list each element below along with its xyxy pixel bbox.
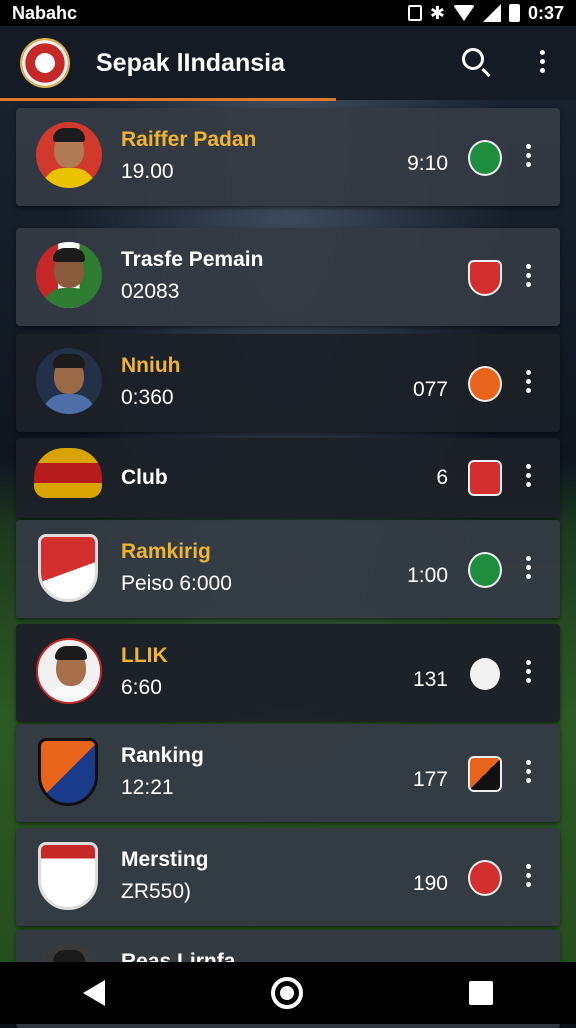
home-icon[interactable] [271, 977, 303, 1009]
list-item[interactable]: Raiffer Padan 19.00 9:10 [16, 108, 560, 206]
item-subtitle: ZR550) [121, 880, 192, 903]
system-navigation-bar [0, 962, 576, 1024]
club-badge-icon [468, 756, 502, 792]
back-icon[interactable] [83, 980, 105, 1006]
item-title: LLIK [121, 644, 168, 667]
player-avatar [36, 348, 102, 414]
item-value: 177 [412, 768, 448, 791]
item-value: 6 [436, 466, 448, 489]
item-menu-icon[interactable] [526, 660, 531, 683]
list-item[interactable]: Trasfe Pemain 02083 [16, 228, 560, 326]
list-item[interactable]: Ranking 12:21 177 [16, 724, 560, 822]
club-badge-icon [468, 260, 502, 296]
signal-icon [482, 4, 501, 22]
club-crest-icon [38, 842, 98, 910]
vibrate-icon [407, 5, 422, 21]
app-logo [20, 38, 70, 88]
loading-progress-bar [0, 98, 336, 101]
item-subtitle: 19.00 [121, 160, 174, 183]
item-title: Mersting [121, 848, 209, 871]
club-badge-icon [468, 140, 502, 176]
item-value: 131 [412, 668, 448, 691]
club-crest-icon [38, 738, 98, 806]
item-value: 9:10 [407, 152, 448, 175]
item-title: Ranking [121, 744, 204, 767]
club-crest-icon [38, 534, 98, 602]
item-subtitle: 02083 [121, 280, 180, 303]
item-subtitle: Peiso 6:000 [121, 572, 232, 595]
bluetooth-icon: ✱ [429, 2, 445, 23]
club-badge-icon [468, 366, 502, 402]
club-badge-icon [468, 460, 502, 496]
item-title: Club [121, 466, 168, 489]
player-avatar [36, 242, 102, 308]
overflow-menu-icon[interactable] [540, 50, 545, 73]
club-badge-icon [468, 552, 502, 588]
list-item[interactable]: Nniuh 0:360 077 [16, 334, 560, 432]
status-left-text: Nabahc [12, 2, 78, 23]
item-menu-icon[interactable] [526, 264, 531, 287]
page-title: Sepak lIndansia [96, 48, 285, 77]
item-menu-icon[interactable] [526, 864, 531, 887]
item-title: Trasfe Pemain [121, 248, 264, 271]
item-menu-icon[interactable] [526, 556, 531, 579]
app-bar: Sepak lIndansia [0, 26, 576, 100]
item-subtitle: 12:21 [121, 776, 174, 799]
item-value: 1:00 [407, 564, 448, 587]
item-subtitle: 0:360 [121, 386, 174, 409]
list-item[interactable]: Mersting ZR550) 190 [16, 828, 560, 926]
battery-icon [508, 4, 520, 22]
list-item[interactable]: LLIK 6:60 131 [16, 624, 560, 722]
wifi-icon [452, 5, 475, 21]
item-menu-icon[interactable] [526, 464, 531, 487]
item-value: 190 [412, 872, 448, 895]
club-badge-icon [468, 656, 502, 692]
recent-apps-icon[interactable] [469, 981, 493, 1005]
player-avatar [36, 122, 102, 188]
player-avatar [36, 638, 102, 704]
item-title: Nniuh [121, 354, 181, 377]
status-bar: Nabahc ✱ 0:37 [0, 0, 576, 26]
item-menu-icon[interactable] [526, 370, 531, 393]
item-subtitle: 6:60 [121, 676, 162, 699]
club-badge-icon [468, 860, 502, 896]
list-item[interactable]: Club 6 [16, 438, 560, 518]
item-title: Raiffer Padan [121, 128, 257, 151]
item-title: Ramkirig [121, 540, 211, 563]
club-crest-icon [34, 448, 102, 498]
list-item[interactable]: Ramkirig Peiso 6:000 1:00 [16, 520, 560, 618]
status-clock: 0:37 [527, 2, 564, 23]
item-menu-icon[interactable] [526, 760, 531, 783]
item-menu-icon[interactable] [526, 144, 531, 167]
search-icon[interactable] [462, 48, 484, 70]
item-value: 077 [412, 378, 448, 401]
